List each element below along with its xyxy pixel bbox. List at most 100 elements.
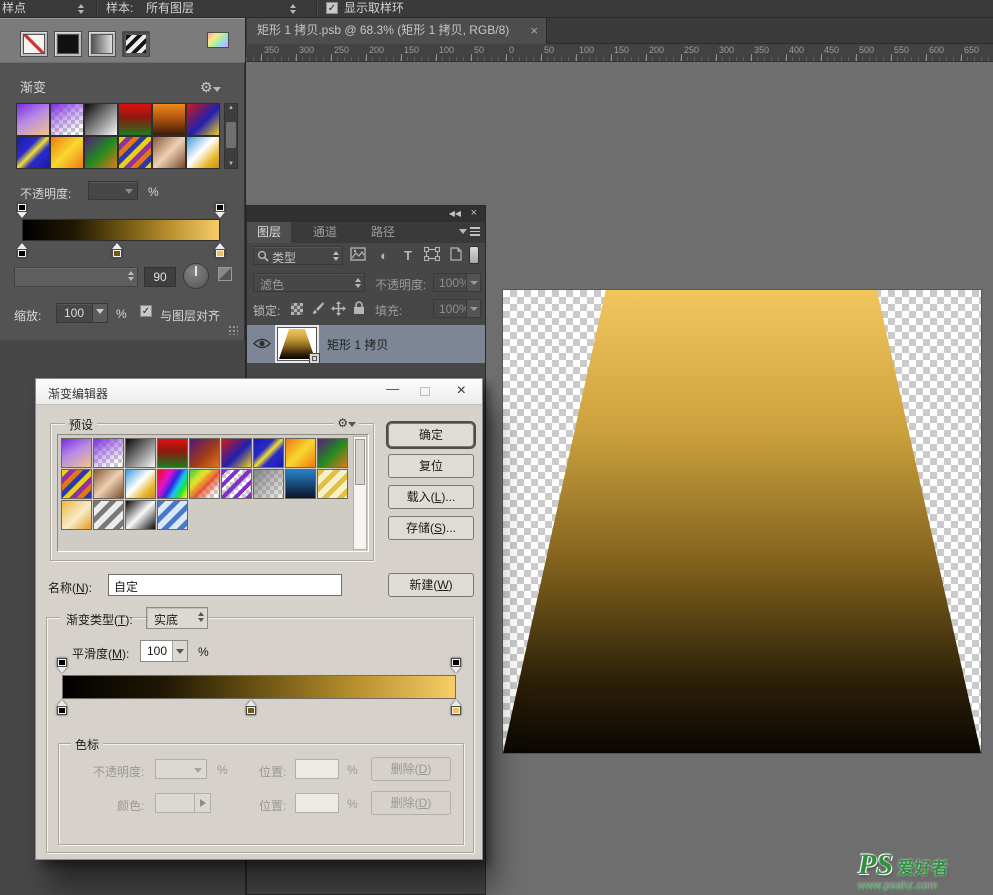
current-gradient-swatch[interactable] (207, 32, 229, 48)
dialog-gradient-bar[interactable] (62, 675, 456, 699)
filter-pixel-icon[interactable] (349, 247, 367, 264)
gradient-preset[interactable] (124, 468, 156, 499)
document-tab[interactable]: 矩形 1 拷贝.psb @ 68.3% (矩形 1 拷贝, RGB/8) × (247, 18, 547, 44)
gradient-preset[interactable] (118, 136, 152, 169)
visibility-eye-icon[interactable] (253, 337, 271, 353)
chevron-down-icon[interactable] (466, 300, 480, 317)
color-stop-marker[interactable] (214, 243, 226, 258)
chevron-right-icon[interactable] (194, 794, 210, 812)
gear-icon[interactable]: ⚙ (200, 79, 221, 97)
sample-point-spinner[interactable] (78, 4, 84, 14)
gradient-preset[interactable] (220, 468, 252, 499)
dither-icon[interactable] (218, 267, 232, 281)
lock-position-icon[interactable] (331, 301, 346, 319)
preset-scrollbar[interactable]: ▲ ▼ (224, 103, 238, 169)
gradient-preset[interactable] (124, 437, 156, 468)
fill-dropdown[interactable]: 100% (433, 299, 481, 318)
show-ring-checkbox[interactable]: ✓ (326, 2, 338, 14)
gradient-preset[interactable] (316, 468, 348, 499)
gradient-preset[interactable] (60, 437, 92, 468)
canvas[interactable] (503, 290, 981, 753)
lock-transparency-icon[interactable] (291, 303, 303, 315)
scrollbar-thumb[interactable] (226, 122, 236, 148)
filter-type-dropdown[interactable]: 类型 (253, 246, 343, 265)
gradient-preset[interactable] (186, 103, 220, 136)
style-solid-button[interactable] (54, 31, 82, 57)
tab-channels[interactable]: 通道 (303, 222, 347, 243)
collapse-panel-icon[interactable]: ◀◀ (449, 208, 461, 220)
delete-color-stop-button[interactable]: 删除(D) (371, 791, 451, 815)
tab-paths[interactable]: 路径 (361, 222, 405, 243)
minimize-icon[interactable]: — (386, 382, 399, 396)
gradient-preset[interactable] (16, 103, 50, 136)
gradient-preset[interactable] (284, 437, 316, 468)
layer-thumbnail[interactable] (277, 327, 320, 364)
filter-type-text-icon[interactable]: T (399, 248, 417, 263)
opacity-stop-marker[interactable] (16, 203, 28, 218)
gradient-preset[interactable] (316, 437, 348, 468)
filter-adjustment-icon[interactable]: ◐ (375, 248, 393, 263)
opacity-stop-marker[interactable] (56, 658, 68, 673)
gradient-preset[interactable] (60, 499, 92, 530)
stop-opacity-dropdown[interactable] (155, 759, 207, 779)
color-stop-marker[interactable] (16, 243, 28, 258)
gradient-preset[interactable] (152, 136, 186, 169)
gradient-preset[interactable] (284, 468, 316, 499)
style-gradient-button[interactable] (88, 31, 116, 57)
load-button[interactable]: 载入(L)... (388, 485, 474, 509)
gradient-preset[interactable] (156, 499, 188, 530)
new-button[interactable]: 新建(W) (388, 573, 474, 597)
tab-layers[interactable]: 图层 (247, 222, 292, 243)
gradient-preset[interactable] (156, 468, 188, 499)
color-stop-marker[interactable] (450, 700, 462, 715)
close-icon[interactable]: × (457, 382, 466, 400)
scrollbar-thumb[interactable] (355, 439, 365, 485)
sample-dropdown[interactable]: 所有图层 (146, 0, 194, 17)
panel-menu-icon[interactable] (459, 227, 480, 236)
style-dropdown[interactable] (14, 267, 138, 287)
gradient-preset[interactable] (84, 136, 118, 169)
opacity-position-input[interactable] (295, 759, 339, 779)
style-pattern-button[interactable] (122, 31, 150, 57)
dialog-title-bar[interactable]: 渐变编辑器 — × (36, 379, 482, 405)
color-stop-marker[interactable] (245, 700, 257, 715)
gradient-preset[interactable] (188, 468, 220, 499)
gradient-preset[interactable] (16, 136, 50, 169)
gradient-preset[interactable] (188, 437, 220, 468)
sample-spinner[interactable] (290, 4, 296, 14)
close-panel-icon[interactable]: × (471, 207, 477, 219)
gradient-preset[interactable] (252, 437, 284, 468)
scale-dropdown[interactable]: 100 (56, 303, 108, 323)
ok-button[interactable]: 确定 (386, 421, 476, 449)
trapezoid-shape[interactable] (503, 290, 981, 753)
gradient-preset[interactable] (60, 468, 92, 499)
chevron-down-icon[interactable] (92, 304, 107, 322)
sample-point-label[interactable]: 样点 (2, 0, 26, 17)
angle-input[interactable]: 90 (144, 267, 176, 287)
gradient-preset[interactable] (84, 103, 118, 136)
gradient-preset[interactable] (92, 437, 124, 468)
gradient-preset[interactable] (156, 437, 188, 468)
layer-opacity-dropdown[interactable]: 100% (433, 273, 481, 292)
save-button[interactable]: 存储(S)... (388, 516, 474, 540)
gradient-preview-bar[interactable] (22, 219, 220, 241)
delete-opacity-stop-button[interactable]: 删除(D) (371, 757, 451, 781)
gradient-preset[interactable] (50, 136, 84, 169)
horizontal-ruler[interactable]: 350 300 250 200 150 100 50 0 50 100 150 200 250 300 35… (246, 44, 993, 62)
gradient-preset[interactable] (118, 103, 152, 136)
resize-grip[interactable] (228, 325, 238, 335)
lock-all-icon[interactable] (353, 301, 365, 318)
dialog-preset-scrollbar[interactable] (353, 436, 367, 550)
opacity-stop-marker[interactable] (450, 658, 462, 673)
name-input[interactable]: 自定 (108, 574, 342, 596)
chevron-down-icon[interactable] (466, 274, 480, 291)
reset-button[interactable]: 复位 (388, 454, 474, 478)
gradient-preset[interactable] (92, 468, 124, 499)
opacity-stop-marker[interactable] (214, 203, 226, 218)
gradient-preset[interactable] (220, 437, 252, 468)
gradient-preset[interactable] (152, 103, 186, 136)
gradient-preset[interactable] (252, 468, 284, 499)
layer-name[interactable]: 矩形 1 拷贝 (327, 336, 388, 353)
gradient-preset[interactable] (50, 103, 84, 136)
angle-dial[interactable] (183, 263, 209, 289)
